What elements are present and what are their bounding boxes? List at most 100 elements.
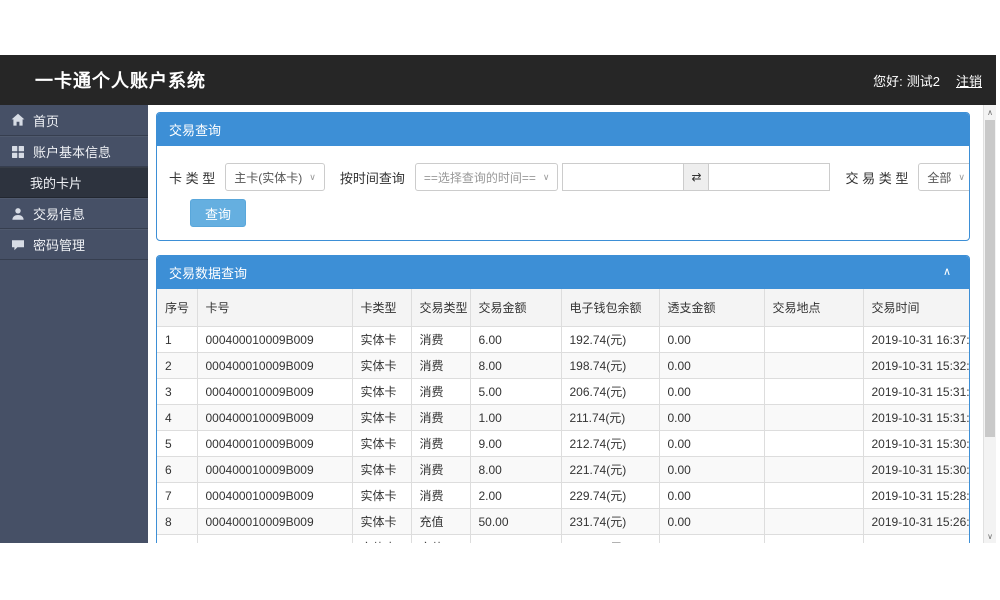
col-card-number: 卡号 [197, 289, 352, 327]
table-cell: 消费 [411, 353, 470, 379]
date-range-group: ⇄ [562, 163, 830, 191]
logout-link[interactable]: 注销 [956, 71, 982, 90]
scrollbar-thumb[interactable] [985, 120, 995, 437]
time-mode-select[interactable]: ==选择查询的时间== ∨ [415, 163, 559, 191]
col-time: 交易时间 [863, 289, 969, 327]
table-row: 2000400010009B009实体卡消费8.00198.74(元)0.002… [157, 353, 969, 379]
chevron-down-icon: ∨ [958, 172, 965, 183]
table-cell: 实体卡 [352, 379, 411, 405]
sidebar-item-label: 密码管理 [33, 235, 85, 254]
table-cell [764, 457, 863, 483]
table-cell: 实体卡 [352, 405, 411, 431]
table-cell: 212.74(元) [561, 431, 659, 457]
table-cell: 6 [157, 457, 197, 483]
table-cell: 消费 [411, 483, 470, 509]
table-cell: 实体卡 [352, 431, 411, 457]
table-cell: 0.00 [659, 379, 764, 405]
chevron-down-icon: ∨ [543, 172, 550, 183]
table-cell: 0.00 [659, 483, 764, 509]
table-cell: 2019-10-31 15:28:52 [863, 483, 969, 509]
trans-type-select[interactable]: 全部 ∨ [918, 163, 970, 191]
table-cell: 211.74(元) [561, 405, 659, 431]
table-cell: 192.74(元) [561, 327, 659, 353]
app-title: 一卡通个人账户系统 [35, 67, 206, 93]
table-cell: 000400010009B009 [197, 431, 352, 457]
table-cell: 充值 [411, 509, 470, 535]
col-location: 交易地点 [764, 289, 863, 327]
table-cell: 8 [157, 509, 197, 535]
table-cell: 221.74(元) [561, 457, 659, 483]
time-query-label: 按时间查询 [340, 168, 405, 187]
table-cell: 消费 [411, 431, 470, 457]
page-scrollbar[interactable]: ∧ ∨ [983, 105, 996, 543]
table-cell: 30.00 [470, 535, 561, 544]
table-cell: 消费 [411, 379, 470, 405]
table-cell: 实体卡 [352, 509, 411, 535]
app-window: 一卡通个人账户系统 您好: 测试2 注销 首页 [0, 55, 996, 543]
table-cell: 2019-10-31 15:30:21 [863, 457, 969, 483]
sidebar-item-my-cards[interactable]: 我的卡片 [0, 167, 148, 198]
scrollbar-down-arrow-icon[interactable]: ∨ [984, 529, 996, 543]
date-from-input[interactable] [562, 163, 684, 191]
table-row: 3000400010009B009实体卡消费5.00206.74(元)0.002… [157, 379, 969, 405]
home-icon [10, 113, 25, 128]
table-cell: 0.00 [659, 405, 764, 431]
user-area: 您好: 测试2 注销 [873, 71, 982, 90]
query-panel-body: 卡 类 型 主卡(实体卡) ∨ 按时间查询 ==选择查询的时间== ∨ [157, 146, 969, 240]
search-button[interactable]: 查询 [190, 199, 246, 227]
table-cell: 实体卡 [352, 535, 411, 544]
table-cell: 000400010009B009 [197, 327, 352, 353]
table-cell: 000400010009B009 [197, 457, 352, 483]
main-content: 交易查询 卡 类 型 主卡(实体卡) ∨ 按时间查询 ==选择查询的时间== [148, 105, 983, 543]
table-cell: 实体卡 [352, 483, 411, 509]
sidebar-item-transactions[interactable]: 交易信息 [0, 198, 148, 229]
table-cell: 2019-10-31 15:26:38 [863, 509, 969, 535]
query-panel-header: 交易查询 [157, 113, 969, 146]
top-header-bar: 一卡通个人账户系统 您好: 测试2 注销 [0, 55, 996, 105]
table-cell: 8.00 [470, 457, 561, 483]
table-cell: 2019-10-31 15:32:34 [863, 353, 969, 379]
app-body: 首页 账户基本信息 我的卡片 交易信息 [0, 105, 996, 543]
card-type-select[interactable]: 主卡(实体卡) ∨ [225, 163, 325, 191]
table-cell [764, 509, 863, 535]
table-row: 1000400010009B009实体卡消费6.00192.74(元)0.002… [157, 327, 969, 353]
table-cell: 2.00 [470, 483, 561, 509]
table-cell: 000400010009B009 [197, 535, 352, 544]
col-wallet-balance: 电子钱包余额 [561, 289, 659, 327]
col-amount: 交易金额 [470, 289, 561, 327]
sidebar-item-account-info[interactable]: 账户基本信息 [0, 136, 148, 167]
screenshot-canvas: 一卡通个人账户系统 您好: 测试2 注销 首页 [0, 0, 1000, 600]
table-cell: 2019-10-31 15:30:50 [863, 431, 969, 457]
card-type-label: 卡 类 型 [169, 168, 215, 187]
table-body: 1000400010009B009实体卡消费6.00192.74(元)0.002… [157, 327, 969, 544]
table-cell: 50.00 [470, 509, 561, 535]
table-row: 7000400010009B009实体卡消费2.00229.74(元)0.002… [157, 483, 969, 509]
table-cell: 0.00 [659, 431, 764, 457]
table-row: 4000400010009B009实体卡消费1.00211.74(元)0.002… [157, 405, 969, 431]
sidebar-item-home[interactable]: 首页 [0, 105, 148, 136]
table-cell: 6.00 [470, 327, 561, 353]
table-cell: 5.00 [470, 379, 561, 405]
col-card-type: 卡类型 [352, 289, 411, 327]
table-cell: 8.00 [470, 353, 561, 379]
sidebar: 首页 账户基本信息 我的卡片 交易信息 [0, 105, 148, 543]
scrollbar-up-arrow-icon[interactable]: ∧ [984, 105, 996, 119]
table-cell: 000400010009B009 [197, 353, 352, 379]
table-cell: 229.74(元) [561, 483, 659, 509]
data-panel-title: 交易数据查询 [169, 263, 247, 282]
table-cell: 充值 [411, 535, 470, 544]
data-panel-header: 交易数据查询 ∧ [157, 256, 969, 289]
table-cell: 消费 [411, 457, 470, 483]
range-arrows-icon: ⇄ [684, 163, 708, 191]
table-row: 6000400010009B009实体卡消费8.00221.74(元)0.002… [157, 457, 969, 483]
col-trans-type: 交易类型 [411, 289, 470, 327]
user-icon [10, 206, 25, 221]
query-panel-title: 交易查询 [169, 120, 221, 139]
table-row: 9000400010009B009实体卡充值30.00181.74(元)0.00… [157, 535, 969, 544]
collapse-chevron-icon[interactable]: ∧ [943, 267, 951, 278]
date-to-input[interactable] [708, 163, 830, 191]
sidebar-item-password[interactable]: 密码管理 [0, 229, 148, 260]
col-overdraft: 透支金额 [659, 289, 764, 327]
greeting-label: 您好: [873, 71, 903, 90]
table-cell: 9.00 [470, 431, 561, 457]
